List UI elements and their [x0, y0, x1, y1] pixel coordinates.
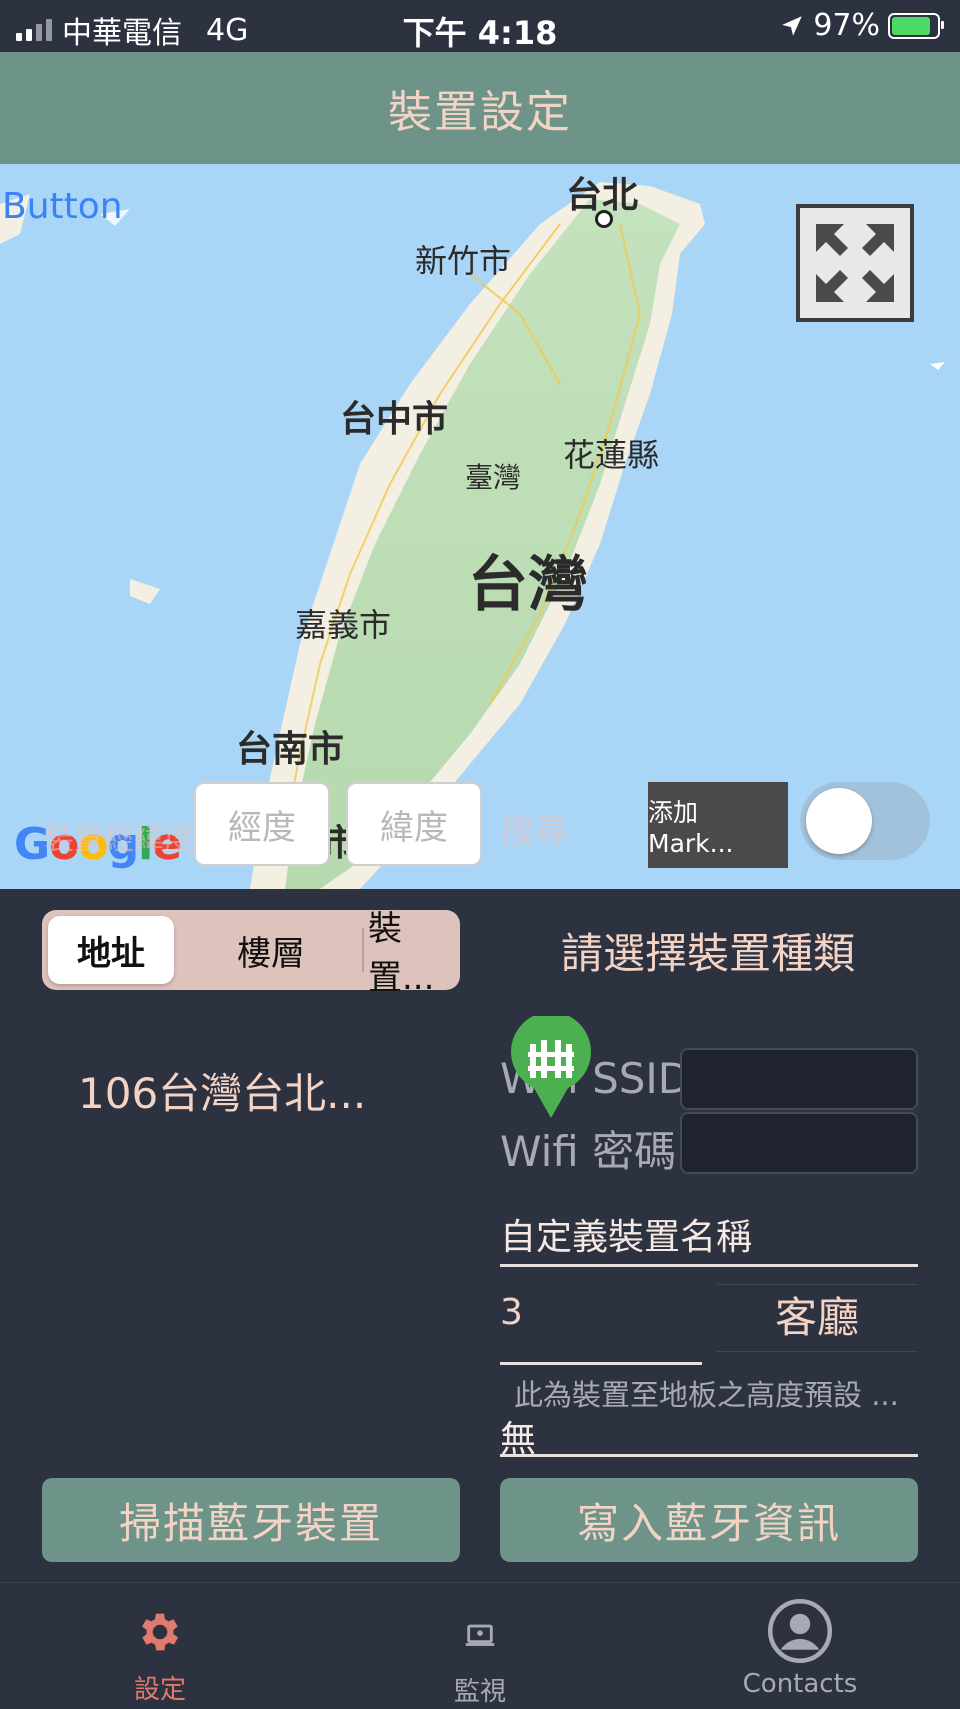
fullscreen-button[interactable] [796, 204, 914, 322]
add-marker-button[interactable]: 添加 Mark... [648, 782, 788, 868]
map-overlay-button[interactable]: Button [2, 186, 123, 227]
wifi-password-label: Wifi 密碼 [500, 1127, 677, 1176]
tab-settings[interactable]: 設定 [0, 1583, 320, 1709]
longitude-input[interactable]: 經度 [194, 782, 330, 866]
segment-floor[interactable]: 樓層 [186, 916, 356, 984]
height-field[interactable]: 3 [500, 1292, 702, 1365]
map-label-taiwan: 台灣 [468, 550, 588, 620]
segment-divider [362, 928, 364, 972]
address-text: 106台灣台北... [78, 1069, 367, 1118]
status-right: 97% [779, 8, 944, 43]
battery-icon [888, 12, 944, 39]
tab-monitor[interactable]: 監視 [320, 1583, 640, 1709]
segmented-control: 地址 樓層 裝置... [42, 909, 460, 998]
write-bluetooth-button[interactable]: 寫入藍牙資訊 [500, 1478, 918, 1562]
map-label-hualien: 花蓮縣 [563, 436, 660, 474]
toggle-knob [806, 788, 872, 854]
expand-arrows-icon [816, 224, 894, 302]
device-type-selector[interactable]: 請選擇裝置種類 [498, 920, 918, 981]
device-name-field[interactable]: 自定義裝置名稱 [500, 1208, 918, 1267]
latitude-input[interactable]: 緯度 [346, 782, 482, 866]
map-label-taichung: 台中市 [340, 399, 449, 440]
taipei-marker-icon [595, 210, 613, 228]
marker-toggle[interactable] [800, 782, 930, 860]
tab-contacts[interactable]: Contacts [640, 1583, 960, 1709]
wifi-password-input[interactable] [680, 1112, 918, 1174]
search-button[interactable]: 搜尋 [500, 804, 568, 853]
page-title: 裝置設定 [0, 52, 960, 164]
tab-contacts-label: Contacts [742, 1669, 858, 1699]
scan-bluetooth-button[interactable]: 掃描藍牙裝置 [42, 1478, 460, 1562]
room-picker[interactable]: 客廳 [716, 1284, 918, 1352]
tab-settings-label: 設定 [133, 1675, 186, 1705]
segment-address[interactable]: 地址 [48, 916, 174, 984]
map-label-tainan: 台南市 [236, 729, 345, 770]
battery-percent: 97% [813, 8, 880, 43]
status-bar: 中華電信 4G 下午 4:18 97% [0, 0, 960, 52]
person-circle-icon [767, 1598, 833, 1664]
location-arrow-icon [782, 15, 803, 36]
map-label-chiayi: 嘉義市 [295, 606, 392, 644]
map-view[interactable]: Button 台北 新竹市 台中市 花蓮縣 臺灣 台灣 嘉義市 台南市 市 Go… [0, 164, 960, 889]
location-label: 裝置經緯度 [44, 822, 194, 857]
extra-field[interactable]: 無 [500, 1410, 918, 1460]
map-label-taiwan-small: 臺灣 [465, 461, 522, 494]
tab-bar: 設定 監視 Contacts [0, 1582, 960, 1709]
laptop-icon [465, 1624, 495, 1646]
map-label-hsinchu: 新竹市 [415, 242, 512, 280]
segment-device[interactable]: 裝置... [368, 909, 458, 998]
gear-icon [142, 1613, 179, 1651]
height-hint: 此為裝置至地板之高度預設 ... [514, 1378, 899, 1412]
tab-monitor-label: 監視 [453, 1677, 506, 1707]
device-pin-icon [511, 1016, 591, 1118]
wifi-ssid-input[interactable] [680, 1048, 918, 1110]
